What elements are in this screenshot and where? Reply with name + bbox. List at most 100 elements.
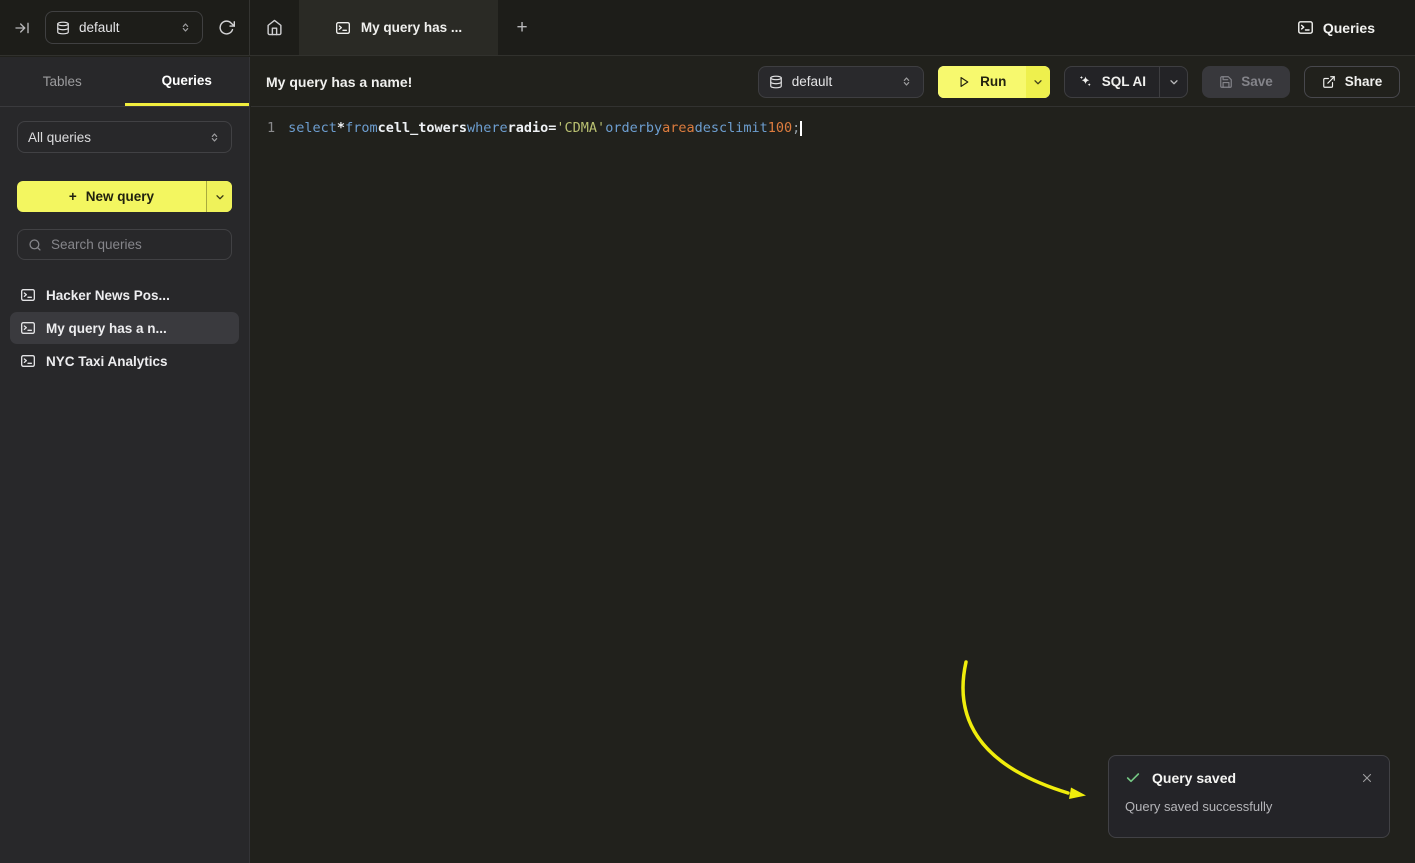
chevron-down-icon bbox=[1168, 76, 1180, 88]
editor-toolbar: default Run bbox=[758, 66, 1400, 98]
query-list-item-nyc-taxi[interactable]: NYC Taxi Analytics bbox=[10, 345, 239, 377]
sql-token: * bbox=[337, 118, 345, 139]
line-number: 1 bbox=[267, 118, 275, 139]
sidebar-tab-queries[interactable]: Queries bbox=[125, 57, 250, 106]
search-queries-input[interactable] bbox=[51, 237, 221, 252]
queries-indicator-label: Queries bbox=[1323, 20, 1375, 36]
search-icon bbox=[28, 238, 42, 252]
terminal-icon bbox=[20, 320, 36, 336]
tab-label: My query has ... bbox=[361, 20, 462, 35]
collapse-sidebar-button[interactable] bbox=[14, 20, 30, 36]
sql-ai-main[interactable]: SQL AI bbox=[1065, 67, 1159, 97]
save-button-label: Save bbox=[1241, 74, 1273, 89]
sql-token: order bbox=[605, 118, 646, 139]
save-button[interactable]: Save bbox=[1202, 66, 1290, 98]
collapse-sidebar-icon bbox=[14, 20, 30, 36]
toast-query-saved: Query saved Query saved successfully bbox=[1108, 755, 1390, 838]
sidebar-tabs: Tables Queries bbox=[0, 57, 249, 107]
run-options-dropdown[interactable] bbox=[1026, 66, 1050, 98]
home-button[interactable] bbox=[250, 0, 299, 55]
toast-title: Query saved bbox=[1152, 770, 1236, 786]
editor-database-value: default bbox=[792, 74, 891, 89]
sql-ai-button[interactable]: SQL AI bbox=[1064, 66, 1188, 98]
plus-icon: + bbox=[69, 189, 77, 204]
toast-header: Query saved bbox=[1125, 770, 1373, 786]
close-icon bbox=[1361, 772, 1373, 784]
tab-strip: My query has ... + bbox=[250, 0, 1297, 55]
sql-token: select bbox=[288, 118, 337, 139]
toast-message: Query saved successfully bbox=[1125, 799, 1373, 814]
database-icon bbox=[56, 21, 70, 35]
new-tab-button[interactable]: + bbox=[498, 0, 546, 55]
run-button-main[interactable]: Run bbox=[938, 66, 1026, 98]
sql-token: radio bbox=[508, 118, 549, 139]
query-list-item-my-query[interactable]: My query has a n... bbox=[10, 312, 239, 344]
top-bar: default My query has ... + bbox=[0, 0, 1415, 56]
new-query-main[interactable]: + New query bbox=[17, 181, 206, 212]
new-query-label: New query bbox=[86, 189, 154, 204]
refresh-icon bbox=[218, 19, 235, 36]
sql-token: desc bbox=[695, 118, 728, 139]
share-button-label: Share bbox=[1345, 74, 1383, 89]
save-icon bbox=[1219, 75, 1233, 89]
editor-database-selector[interactable]: default bbox=[758, 66, 924, 98]
run-button-label: Run bbox=[980, 74, 1006, 89]
share-icon bbox=[1322, 75, 1336, 89]
chevron-updown-icon bbox=[208, 131, 221, 144]
code-line-1[interactable]: 1 select * from cell_towers where radio =… bbox=[251, 118, 1415, 139]
plus-icon: + bbox=[516, 17, 527, 39]
sql-token: where bbox=[467, 118, 508, 139]
sidebar-content: All queries + New query bbox=[0, 107, 249, 377]
sql-token: from bbox=[345, 118, 378, 139]
sql-token: area bbox=[662, 118, 695, 139]
chevron-updown-icon bbox=[179, 21, 192, 34]
sql-ai-dropdown[interactable] bbox=[1159, 67, 1187, 97]
play-icon bbox=[957, 75, 971, 89]
editor-header: My query has a name! default Run bbox=[251, 57, 1415, 107]
query-item-label: NYC Taxi Analytics bbox=[46, 354, 168, 369]
queries-indicator: Queries bbox=[1297, 0, 1415, 55]
tab-tables-label: Tables bbox=[43, 74, 82, 89]
tab-queries-label: Queries bbox=[162, 73, 212, 88]
terminal-icon bbox=[335, 20, 351, 36]
share-button[interactable]: Share bbox=[1304, 66, 1400, 98]
main-area: My query has a name! default Run bbox=[251, 57, 1415, 863]
sidebar: Tables Queries All queries + New query bbox=[0, 57, 250, 863]
new-query-dropdown[interactable] bbox=[206, 181, 232, 212]
sql-editor[interactable]: 1 select * from cell_towers where radio =… bbox=[251, 107, 1415, 150]
sql-ai-label: SQL AI bbox=[1102, 74, 1146, 89]
topbar-database-selector[interactable]: default bbox=[45, 11, 203, 44]
query-list: Hacker News Pos... My query has a n... N… bbox=[10, 279, 239, 377]
tab-my-query[interactable]: My query has ... bbox=[299, 0, 498, 55]
chevron-updown-icon bbox=[900, 75, 913, 88]
chevron-down-icon bbox=[214, 191, 226, 203]
toast-close-button[interactable] bbox=[1361, 772, 1373, 784]
page-title: My query has a name! bbox=[266, 74, 412, 90]
sql-token: 100 bbox=[768, 118, 792, 139]
sql-token: = bbox=[548, 118, 556, 139]
refresh-button[interactable] bbox=[218, 19, 235, 36]
check-icon bbox=[1125, 770, 1141, 786]
home-icon bbox=[266, 19, 283, 36]
topbar-database-value: default bbox=[79, 20, 170, 35]
sparkles-icon bbox=[1078, 74, 1093, 89]
query-list-item-hacker-news[interactable]: Hacker News Pos... bbox=[10, 279, 239, 311]
terminal-icon bbox=[20, 287, 36, 303]
query-item-label: Hacker News Pos... bbox=[46, 288, 170, 303]
terminal-icon bbox=[20, 353, 36, 369]
sql-token: 'CDMA' bbox=[556, 118, 605, 139]
sidebar-tab-tables[interactable]: Tables bbox=[0, 57, 125, 106]
query-item-label: My query has a n... bbox=[46, 321, 167, 336]
chevron-down-icon bbox=[1032, 76, 1044, 88]
sql-token: by bbox=[646, 118, 662, 139]
query-filter-select[interactable]: All queries bbox=[17, 121, 232, 153]
query-filter-value: All queries bbox=[28, 130, 91, 145]
database-icon bbox=[769, 75, 783, 89]
new-query-button[interactable]: + New query bbox=[17, 181, 232, 212]
sql-token: limit bbox=[727, 118, 768, 139]
search-queries-box bbox=[17, 229, 232, 260]
run-button[interactable]: Run bbox=[938, 66, 1050, 98]
sql-token: cell_towers bbox=[378, 118, 467, 139]
top-bar-left: default bbox=[0, 0, 250, 55]
sql-token: ; bbox=[792, 118, 800, 139]
